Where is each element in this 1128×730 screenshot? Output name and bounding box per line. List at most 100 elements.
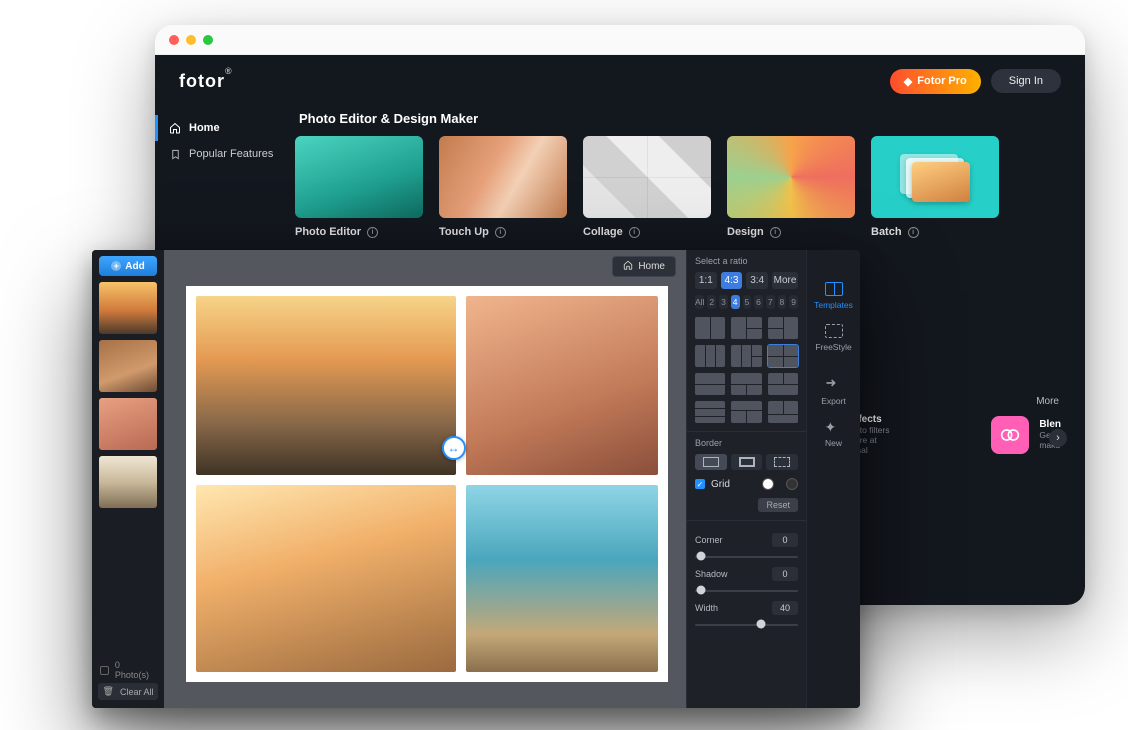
tool-export[interactable]: Export xyxy=(821,376,846,406)
layout-option[interactable] xyxy=(695,401,725,423)
grid-checkbox[interactable]: ✓ xyxy=(695,479,705,489)
collage-cell[interactable] xyxy=(196,296,456,475)
thumbnail-footer: 0 Photo(s) 🗑 Clear All xyxy=(92,651,164,708)
more-link[interactable]: More xyxy=(1036,396,1059,407)
width-slider[interactable] xyxy=(695,619,798,629)
peek-title: ffects xyxy=(855,414,901,425)
ratio-option-3-4[interactable]: 3:4 xyxy=(746,272,768,289)
info-icon[interactable]: i xyxy=(770,227,781,238)
control-panel: Select a ratio 1:1 4:3 3:4 More All 2 3 … xyxy=(686,250,806,708)
thumbnail[interactable] xyxy=(99,398,157,450)
border-style-dashed[interactable] xyxy=(766,454,798,470)
layout-option[interactable] xyxy=(695,373,725,395)
card-label: Photo Editor xyxy=(295,226,361,238)
slider-value[interactable]: 40 xyxy=(772,601,798,615)
collage-cell[interactable] xyxy=(196,485,456,672)
slider-thumb[interactable] xyxy=(697,552,706,561)
slider-label: Width xyxy=(695,603,718,613)
collage-canvas[interactable]: ↔ xyxy=(186,286,668,682)
peek-card-effects[interactable]: ffects oto filters are at isal xyxy=(855,414,901,455)
thumbnail[interactable] xyxy=(99,282,157,334)
slider-value[interactable]: 0 xyxy=(772,533,798,547)
traffic-light-minimize[interactable] xyxy=(186,35,196,45)
slider-thumb[interactable] xyxy=(697,586,706,595)
traffic-light-zoom[interactable] xyxy=(203,35,213,45)
count-option[interactable]: 6 xyxy=(754,295,763,309)
photos-count-label: 0 Photo(s) xyxy=(115,660,156,680)
card-thumbnail xyxy=(439,136,567,218)
slider-label: Shadow xyxy=(695,569,728,579)
layout-option[interactable] xyxy=(731,345,761,367)
thumbnail[interactable] xyxy=(99,456,157,508)
layout-option[interactable] xyxy=(695,345,725,367)
card-design[interactable]: Designi xyxy=(727,136,855,238)
count-option[interactable]: All xyxy=(695,295,704,309)
count-option[interactable]: 4 xyxy=(731,295,740,309)
traffic-light-close[interactable] xyxy=(169,35,179,45)
card-touch-up[interactable]: Touch Upi xyxy=(439,136,567,238)
border-style-solid[interactable] xyxy=(695,454,727,470)
collage-cell[interactable] xyxy=(466,296,658,475)
corner-slider[interactable] xyxy=(695,551,798,561)
count-option[interactable]: 8 xyxy=(778,295,787,309)
info-icon[interactable]: i xyxy=(367,227,378,238)
color-swatch-dark[interactable] xyxy=(786,478,798,490)
tool-label: Export xyxy=(821,396,846,406)
slider-value[interactable]: 0 xyxy=(772,567,798,581)
tool-freestyle[interactable]: FreeStyle xyxy=(815,324,851,352)
tool-templates[interactable]: Templates xyxy=(814,282,853,310)
layout-option[interactable] xyxy=(731,373,761,395)
sign-in-button[interactable]: Sign In xyxy=(991,69,1061,93)
sidebar-item-home[interactable]: Home xyxy=(155,115,295,141)
card-collage[interactable]: Collagei xyxy=(583,136,711,238)
add-button[interactable]: + Add xyxy=(99,256,157,276)
slider-label: Corner xyxy=(695,535,723,545)
tool-new[interactable]: New xyxy=(825,420,843,448)
color-swatch-light[interactable] xyxy=(762,478,774,490)
reset-button[interactable]: Reset xyxy=(758,498,798,512)
count-option[interactable]: 7 xyxy=(766,295,775,309)
carousel-next-button[interactable]: › xyxy=(1049,429,1067,447)
thumbnail[interactable] xyxy=(99,340,157,392)
count-option[interactable]: 3 xyxy=(719,295,728,309)
top-right: ◆ Fotor Pro Sign In xyxy=(890,69,1061,94)
export-icon xyxy=(825,376,841,392)
clear-all-button[interactable]: 🗑 Clear All xyxy=(98,683,158,700)
info-icon[interactable]: i xyxy=(495,227,506,238)
home-button[interactable]: Home xyxy=(612,256,676,277)
resize-handle[interactable]: ↔ xyxy=(442,436,466,460)
border-style-thick[interactable] xyxy=(731,454,763,470)
layout-option[interactable] xyxy=(731,317,761,339)
fotor-pro-button[interactable]: ◆ Fotor Pro xyxy=(890,69,981,94)
border-style-tabs xyxy=(695,454,798,470)
fotor-pro-label: Fotor Pro xyxy=(917,75,967,87)
layout-option[interactable] xyxy=(731,401,761,423)
count-option[interactable]: 2 xyxy=(707,295,716,309)
sidebar-item-popular-features[interactable]: Popular Features xyxy=(155,141,295,167)
ratio-option-1-1[interactable]: 1:1 xyxy=(695,272,717,289)
layout-option[interactable] xyxy=(695,317,725,339)
count-option[interactable]: 9 xyxy=(789,295,798,309)
border-section: Border ✓ Grid Reset xyxy=(687,432,806,521)
layout-option[interactable] xyxy=(768,345,798,367)
card-batch[interactable]: Batchi xyxy=(871,136,999,238)
card-thumbnail xyxy=(583,136,711,218)
new-icon xyxy=(825,420,843,434)
layout-option[interactable] xyxy=(768,401,798,423)
layout-option[interactable] xyxy=(768,317,798,339)
info-icon[interactable]: i xyxy=(629,227,640,238)
peek-thumb-icon xyxy=(991,416,1029,454)
slider-thumb[interactable] xyxy=(756,620,765,629)
ratio-option-more[interactable]: More xyxy=(772,272,798,289)
card-photo-editor[interactable]: Photo Editor i xyxy=(295,136,423,238)
ratio-option-4-3[interactable]: 4:3 xyxy=(721,272,743,289)
plus-icon: + xyxy=(111,261,121,271)
shadow-slider[interactable] xyxy=(695,585,798,595)
tool-strip: Templates FreeStyle Export New xyxy=(806,250,860,708)
layout-option[interactable] xyxy=(768,373,798,395)
count-option[interactable]: 5 xyxy=(743,295,752,309)
collage-cell[interactable] xyxy=(466,485,658,672)
corner-slider-row: Corner 0 xyxy=(695,533,798,547)
checkbox-empty-icon[interactable] xyxy=(100,666,109,675)
info-icon[interactable]: i xyxy=(908,227,919,238)
